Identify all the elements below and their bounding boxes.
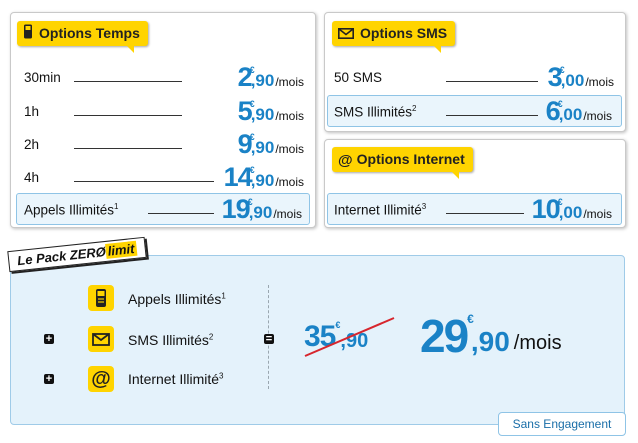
row-label: Internet Illimité3 [334,202,427,218]
options-internet-title: Options Internet [356,151,465,167]
equals-icon: = [264,333,274,345]
row-label: 2h [24,137,40,152]
options-sms-tag: Options SMS [332,21,456,53]
strikethrough-line [304,317,395,357]
temps-row-1h[interactable]: 1h 5€,90/mois [18,97,310,125]
temps-row-2h[interactable]: 2h 9€,90/mois [18,130,310,158]
row-label: 30min [24,70,61,85]
price: 19€,90/mois [221,194,302,224]
row-label: Appels Illimités1 [24,202,119,218]
row-label: 4h [24,170,40,185]
row-label: 50 SMS [334,70,383,85]
mobile-phone-icon [88,285,114,311]
temps-row-appels-illimites[interactable]: Appels Illimités1 19€,90/mois [18,195,308,223]
price: 14€,90/mois [223,162,304,192]
temps-row-30min[interactable]: 30min 2€,90/mois [18,63,310,91]
sms-row-50[interactable]: 50 SMS 3€,00/mois [328,63,620,91]
price: 9€,90/mois [237,129,304,159]
plus-icon: + [44,373,54,385]
dotted-line [446,115,538,116]
dotted-line [74,148,182,149]
dotted-line [74,81,182,82]
options-sms-title: Options SMS [360,25,448,41]
price: 10€,00/mois [531,194,612,224]
envelope-icon [88,326,114,352]
options-temps-title: Options Temps [39,25,140,41]
options-temps-tag: Options Temps [17,21,148,53]
pack-item-internet: Internet Illimité3 [128,371,224,387]
plus-icon: + [44,333,54,345]
at-sign-icon: @ [88,366,114,392]
pack-item-sms: SMS Illimités2 [128,332,214,348]
price: 6€,00/mois [545,96,612,126]
price: 2€,90/mois [237,62,304,92]
temps-row-4h[interactable]: 4h 14€,90/mois [18,163,310,191]
price: 3€,00/mois [547,62,614,92]
sms-row-illimites[interactable]: SMS Illimités2 6€,00/mois [328,97,618,125]
internet-row-illimite[interactable]: Internet Illimité3 10€,00/mois [328,195,618,223]
options-internet-tag: @ Options Internet [332,147,473,179]
sans-engagement-label: Sans Engagement [498,412,626,436]
price: 5€,90/mois [237,96,304,126]
dotted-line [74,181,214,182]
pack-item-appels: Appels Illimités1 [128,291,226,307]
mobile-phone-icon [23,22,33,47]
dotted-line [74,115,182,116]
dotted-line [446,81,538,82]
dotted-line [148,213,214,214]
at-sign-icon: @ [338,151,353,169]
row-label: SMS Illimités2 [334,104,417,120]
envelope-icon [338,22,354,47]
new-price: 29€,90/mois [420,310,562,362]
row-label: 1h [24,104,40,119]
dotted-line [446,213,524,214]
